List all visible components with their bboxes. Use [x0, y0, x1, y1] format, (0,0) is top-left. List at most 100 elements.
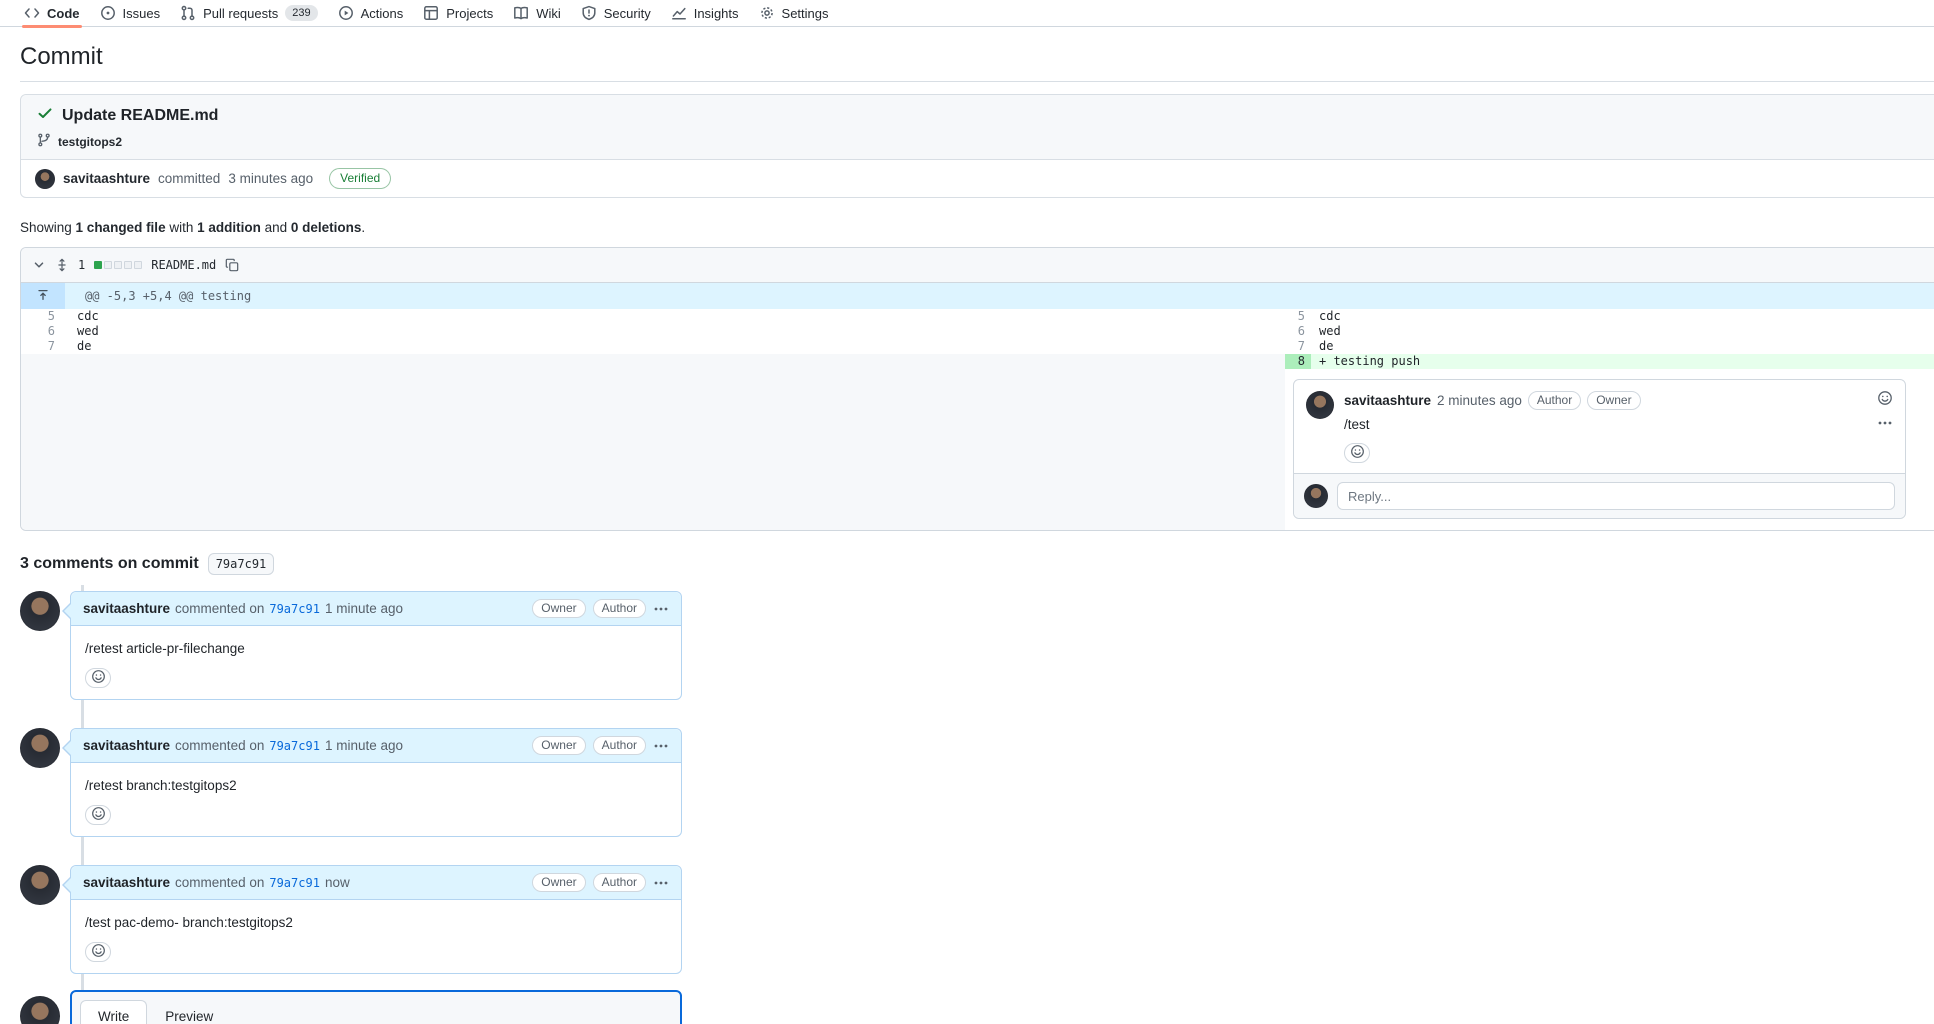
tab-label: Security: [604, 6, 651, 21]
left-line-number[interactable]: 7: [21, 339, 65, 354]
kebab-menu-icon[interactable]: [1877, 415, 1893, 431]
right-line-number[interactable]: 5: [1285, 309, 1311, 324]
comment-body: /test pac-demo- branch:testgitops2: [85, 915, 667, 930]
tab-security[interactable]: Security: [571, 0, 661, 26]
tab-label: Wiki: [536, 6, 561, 21]
right-line-number[interactable]: 7: [1285, 339, 1311, 354]
tab-label: Actions: [361, 6, 404, 21]
comment-content: /retest branch:testgitops2: [71, 763, 681, 836]
avatar: [1306, 391, 1334, 419]
commit-card-header: Update README.md testgitops2: [21, 95, 1934, 160]
inline-comment-thread: savitaashture 2 minutes ago Author Owner…: [1293, 379, 1906, 519]
book-icon: [513, 5, 529, 21]
diff-card: 1 README.md @@ -5,3 +5,4 @@ testing 5 cd…: [20, 247, 1934, 531]
code-icon: [24, 5, 40, 21]
diff-row: 5 cdc 5 cdc: [21, 309, 1934, 324]
commit-sha-link[interactable]: 79a7c91: [269, 876, 320, 890]
right-line-number[interactable]: 8: [1285, 354, 1311, 369]
comment-timeline: savitaashture commented on 79a7c91 1 min…: [20, 591, 1914, 1024]
comment-body: /test: [1344, 417, 1893, 432]
author-badge: Author: [593, 599, 646, 618]
tab-write[interactable]: Write: [80, 1000, 147, 1024]
avatar: [20, 996, 60, 1024]
tab-pull-requests[interactable]: Pull requests 239: [170, 0, 328, 26]
tab-label: Pull requests: [203, 6, 278, 21]
right-line-code: de: [1311, 339, 1934, 354]
comment-form: Write Preview: [70, 990, 682, 1024]
unfold-up-icon: [36, 288, 50, 305]
tab-label: Issues: [123, 6, 161, 21]
add-reaction-button[interactable]: [85, 942, 111, 962]
avatar: [20, 591, 60, 631]
comment-author-link[interactable]: savitaashture: [1344, 393, 1431, 408]
comment-action: commented on: [175, 738, 264, 753]
tab-label: Settings: [782, 6, 829, 21]
comment-card: savitaashture commented on 79a7c91 now O…: [70, 865, 682, 974]
reply-input[interactable]: [1337, 482, 1895, 510]
commit-author-link[interactable]: savitaashture: [63, 171, 150, 186]
tab-code[interactable]: Code: [14, 0, 90, 26]
right-line-number[interactable]: 6: [1285, 324, 1311, 339]
add-reaction-button[interactable]: [85, 668, 111, 688]
hunk-row: @@ -5,3 +5,4 @@ testing: [21, 283, 1934, 309]
page-title: Commit: [20, 43, 1914, 71]
tab-actions[interactable]: Actions: [328, 0, 414, 26]
file-name[interactable]: README.md: [151, 258, 216, 272]
kebab-menu-icon[interactable]: [653, 875, 669, 891]
expand-diff-icon[interactable]: [55, 258, 69, 272]
verified-badge[interactable]: Verified: [329, 168, 391, 189]
add-reaction-button[interactable]: [85, 805, 111, 825]
comment-timestamp: 1 minute ago: [325, 601, 403, 616]
commit-sha-chip[interactable]: 79a7c91: [208, 553, 275, 575]
tab-projects[interactable]: Projects: [413, 0, 503, 26]
commit-card-footer: savitaashture committed 3 minutes ago Ve…: [21, 160, 1934, 197]
title-divider: [20, 81, 1934, 82]
comment-timestamp: 1 minute ago: [325, 738, 403, 753]
shield-icon: [581, 5, 597, 21]
comment-card: savitaashture commented on 79a7c91 1 min…: [70, 591, 682, 700]
deletions-count: 0 deletions: [291, 220, 362, 235]
kebab-menu-icon[interactable]: [653, 738, 669, 754]
smiley-icon[interactable]: [1877, 390, 1893, 406]
comment-author-link[interactable]: savitaashture: [83, 601, 170, 616]
tab-issues[interactable]: Issues: [90, 0, 171, 26]
commit-sha-link[interactable]: 79a7c91: [269, 739, 320, 753]
comment-timestamp: now: [325, 875, 350, 890]
comment-header: savitaashture commented on 79a7c91 1 min…: [71, 592, 681, 626]
diff-left-filler: [21, 369, 1285, 530]
commit-branch[interactable]: testgitops2: [58, 135, 122, 149]
right-line-code: wed: [1311, 324, 1934, 339]
copy-icon[interactable]: [225, 258, 239, 272]
addition-line-code: + testing push: [1311, 354, 1934, 369]
add-reaction-button[interactable]: [1344, 443, 1370, 463]
kebab-menu-icon[interactable]: [653, 601, 669, 617]
commit-sha-link[interactable]: 79a7c91: [269, 602, 320, 616]
tab-preview[interactable]: Preview: [147, 1000, 231, 1024]
smiley-icon: [91, 943, 106, 961]
comment-header: savitaashture commented on 79a7c91 now O…: [71, 866, 681, 900]
diff-row: 6 wed 6 wed: [21, 324, 1934, 339]
comment-body: /retest article-pr-filechange: [85, 641, 667, 656]
inline-comment: savitaashture 2 minutes ago Author Owner…: [1294, 380, 1905, 473]
check-icon: [37, 105, 53, 126]
graph-icon: [671, 5, 687, 21]
avatar: [1304, 484, 1328, 508]
left-line-number: [21, 354, 65, 369]
comment-timestamp: 2 minutes ago: [1437, 393, 1522, 408]
tab-wiki[interactable]: Wiki: [503, 0, 571, 26]
comment-author-link[interactable]: savitaashture: [83, 738, 170, 753]
tab-label: Projects: [446, 6, 493, 21]
pull-requests-counter: 239: [285, 5, 317, 21]
expand-hunk-button[interactable]: [21, 283, 65, 309]
tab-label: Insights: [694, 6, 739, 21]
comment-content: /test pac-demo- branch:testgitops2: [71, 900, 681, 973]
left-line-number[interactable]: 5: [21, 309, 65, 324]
smiley-icon: [1350, 444, 1365, 462]
comment-author-link[interactable]: savitaashture: [83, 875, 170, 890]
chevron-down-icon[interactable]: [32, 258, 46, 272]
comment-content: /retest article-pr-filechange: [71, 626, 681, 699]
left-line-number[interactable]: 6: [21, 324, 65, 339]
tab-insights[interactable]: Insights: [661, 0, 749, 26]
tab-settings[interactable]: Settings: [749, 0, 839, 26]
author-badge: Author: [1528, 391, 1581, 410]
